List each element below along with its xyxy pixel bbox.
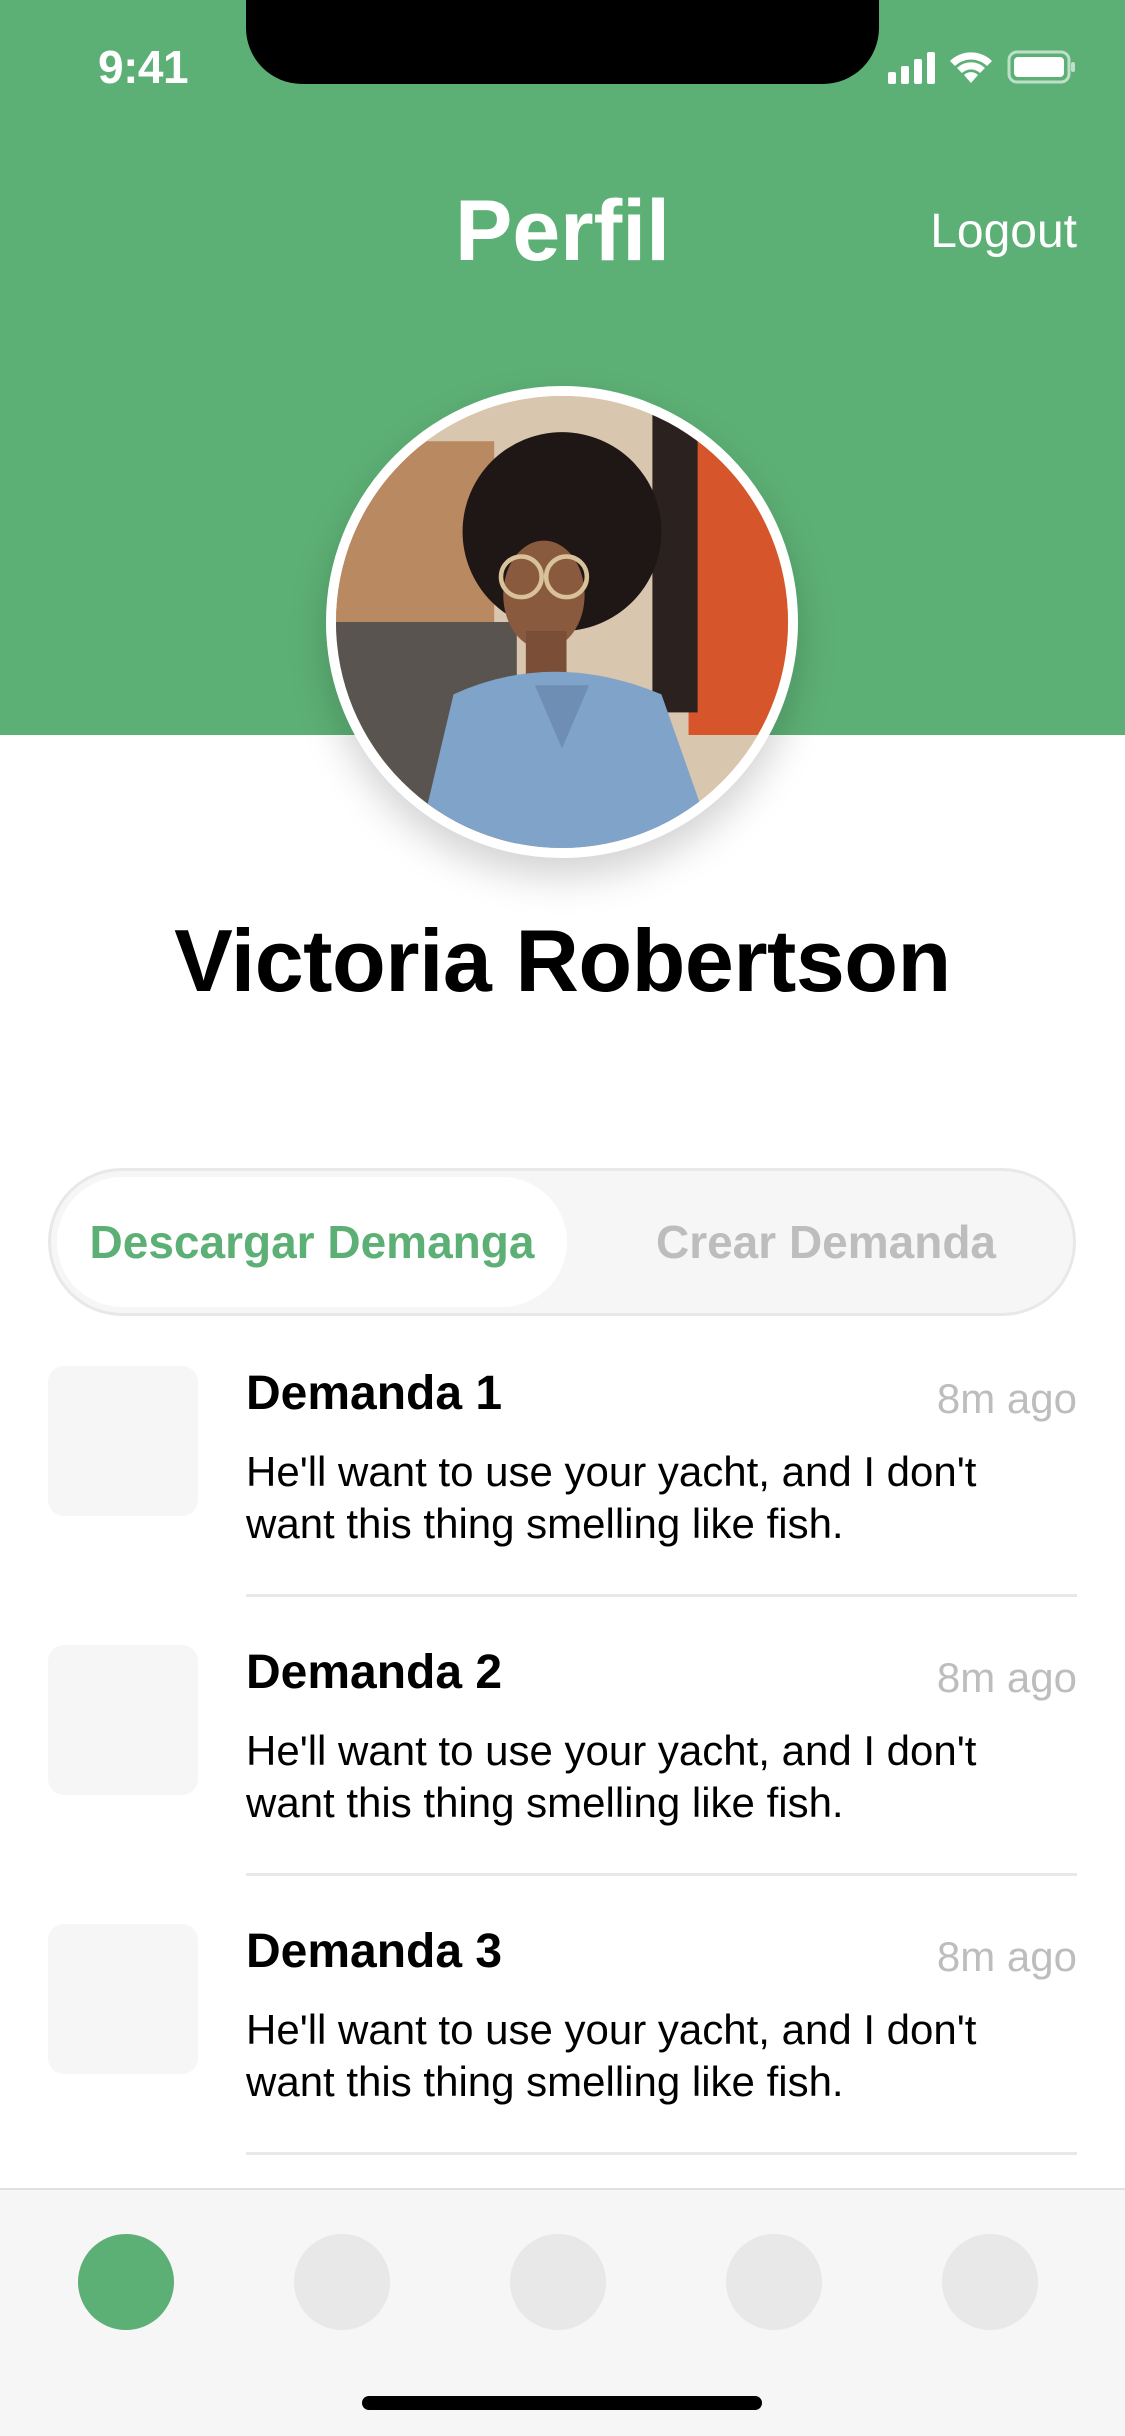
- list-item-thumbnail: [48, 1924, 198, 2074]
- logout-button[interactable]: Logout: [930, 204, 1077, 259]
- list-item-time: 8m ago: [936, 1654, 1077, 1701]
- tab-3-icon[interactable]: [510, 2234, 606, 2330]
- list-item-title: Demanda 2: [246, 1646, 503, 1699]
- wifi-icon: [949, 50, 993, 84]
- divider: [246, 2152, 1077, 2155]
- tab-1-icon[interactable]: [78, 2234, 174, 2330]
- divider: [246, 1594, 1077, 1597]
- list-item[interactable]: Demanda 2 8m ago He'll want to use your …: [0, 1645, 1125, 1925]
- profile-name: Victoria Robertson: [174, 911, 951, 1010]
- battery-icon: [1007, 50, 1077, 84]
- segment-crear-demanda[interactable]: Crear Demanda: [591, 1177, 1061, 1307]
- tab-4-icon[interactable]: [726, 2234, 822, 2330]
- tab-2-icon[interactable]: [294, 2234, 390, 2330]
- list-item[interactable]: Demanda 3 8m ago He'll want to use your …: [0, 1924, 1125, 2204]
- list-item-thumbnail: [48, 1366, 198, 1516]
- list-item-thumbnail: [48, 1645, 198, 1795]
- status-icons: [888, 50, 1077, 84]
- list-item-title: Demanda 1: [246, 1367, 503, 1420]
- list-item-time: 8m ago: [936, 1375, 1077, 1422]
- segmented-control: Descargar Demanga Crear Demanda: [48, 1168, 1076, 1316]
- list-item-title: Demanda 3: [246, 1925, 503, 1978]
- avatar-photo-image: [336, 396, 788, 848]
- divider: [246, 1873, 1077, 1876]
- profile-screen: 9:41 Perfil Logout Victoria Robertson De…: [0, 0, 1125, 2436]
- list-item[interactable]: Demanda 1 8m ago He'll want to use your …: [0, 1366, 1125, 1646]
- tab-5-icon[interactable]: [942, 2234, 1038, 2330]
- device-notch: [246, 0, 879, 84]
- list-item-body: He'll want to use your yacht, and I don'…: [246, 1448, 977, 1547]
- list-item-body: He'll want to use your yacht, and I don'…: [246, 1727, 977, 1826]
- status-time: 9:41: [98, 41, 189, 93]
- segment-descargar-demanga[interactable]: Descargar Demanga: [57, 1177, 567, 1307]
- home-indicator: [362, 2396, 762, 2410]
- list-item-body: He'll want to use your yacht, and I don'…: [246, 2006, 977, 2105]
- avatar[interactable]: [326, 386, 798, 858]
- list-item-time: 8m ago: [936, 1933, 1077, 1980]
- cellular-signal-icon: [888, 50, 935, 84]
